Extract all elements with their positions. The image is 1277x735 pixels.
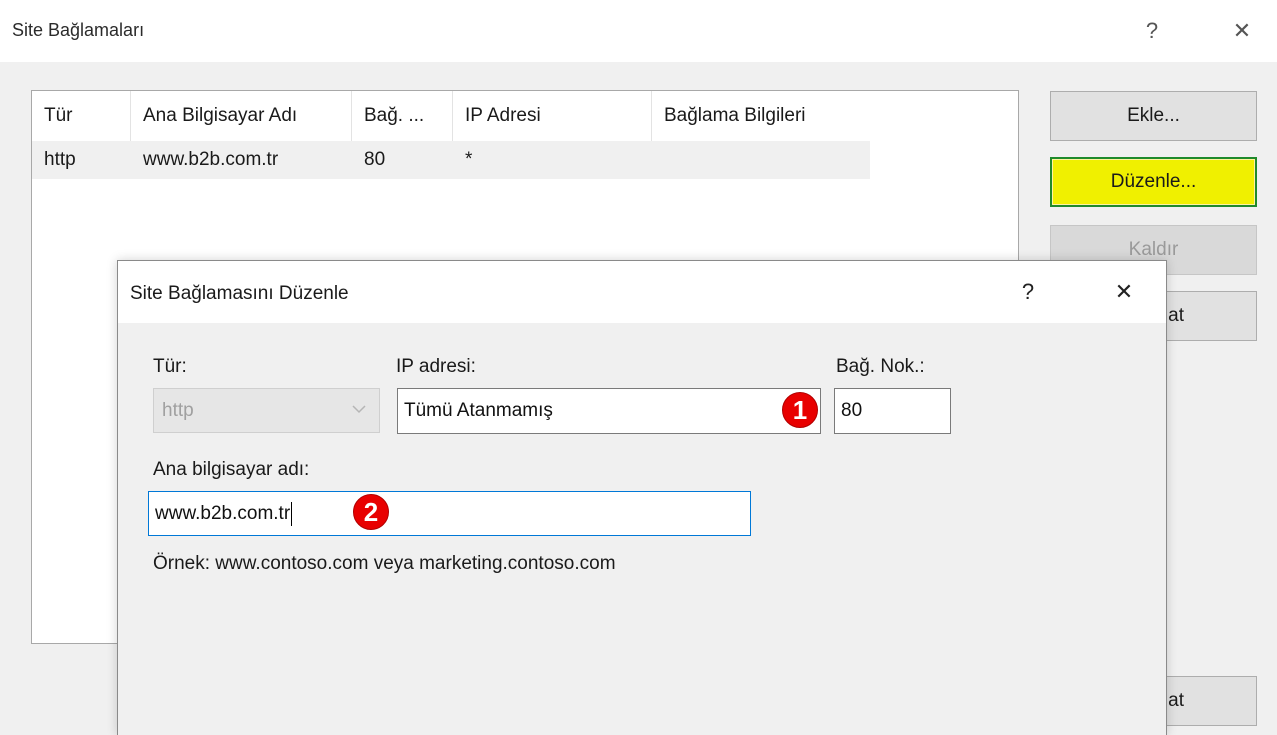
type-combobox[interactable]: http	[153, 388, 380, 433]
text-caret	[291, 501, 293, 526]
add-button[interactable]: Ekle...	[1050, 91, 1257, 141]
port-label: Bağ. Nok.:	[836, 356, 925, 377]
type-label: Tür:	[153, 356, 187, 377]
edit-binding-dialog: Site Bağlamasını Düzenle ? ✕ Tür: http I…	[117, 260, 1167, 735]
edit-button[interactable]: Düzenle...	[1050, 157, 1257, 207]
column-header-host[interactable]: Ana Bilgisayar Adı	[131, 91, 352, 141]
type-combobox-value: http	[162, 400, 194, 421]
cell-ip: *	[465, 149, 473, 170]
column-header-port[interactable]: Bağ. ...	[352, 91, 453, 141]
host-name-input[interactable]: www.b2b.com.tr	[148, 491, 751, 536]
window-titlebar: Site Bağlamaları ? ✕	[0, 0, 1277, 62]
chevron-down-icon	[352, 405, 366, 414]
dialog-close-button[interactable]: ✕	[1104, 273, 1144, 311]
host-name-value: www.b2b.com.tr	[155, 503, 291, 524]
cell-type: http	[44, 149, 76, 170]
host-name-label: Ana bilgisayar adı:	[153, 459, 310, 480]
column-header-ip[interactable]: IP Adresi	[453, 91, 652, 141]
dialog-help-button[interactable]: ?	[1008, 273, 1048, 311]
ip-address-label: IP adresi:	[396, 356, 476, 377]
example-hint: Örnek: www.contoso.com veya marketing.co…	[153, 553, 616, 574]
list-header: Tür Ana Bilgisayar Adı Bağ. ... IP Adres…	[32, 91, 1018, 141]
ip-address-combobox[interactable]: Tümü Atanmamış	[397, 388, 821, 434]
window-title: Site Bağlamaları	[12, 20, 145, 40]
dialog-titlebar: Site Bağlamasını Düzenle ? ✕	[118, 261, 1166, 323]
marker-1-badge: 1	[782, 392, 818, 428]
column-header-binding-info[interactable]: Bağlama Bilgileri	[652, 91, 870, 141]
marker-2-badge: 2	[353, 494, 389, 530]
table-row[interactable]: http www.b2b.com.tr 80 *	[32, 141, 870, 179]
close-button[interactable]: ✕	[1222, 12, 1262, 50]
help-button[interactable]: ?	[1132, 12, 1172, 50]
column-header-type[interactable]: Tür	[32, 91, 131, 141]
dialog-title: Site Bağlamasını Düzenle	[130, 283, 349, 304]
cell-host: www.b2b.com.tr	[143, 149, 279, 170]
cell-port: 80	[364, 149, 386, 170]
port-field[interactable]: 80	[834, 388, 951, 434]
